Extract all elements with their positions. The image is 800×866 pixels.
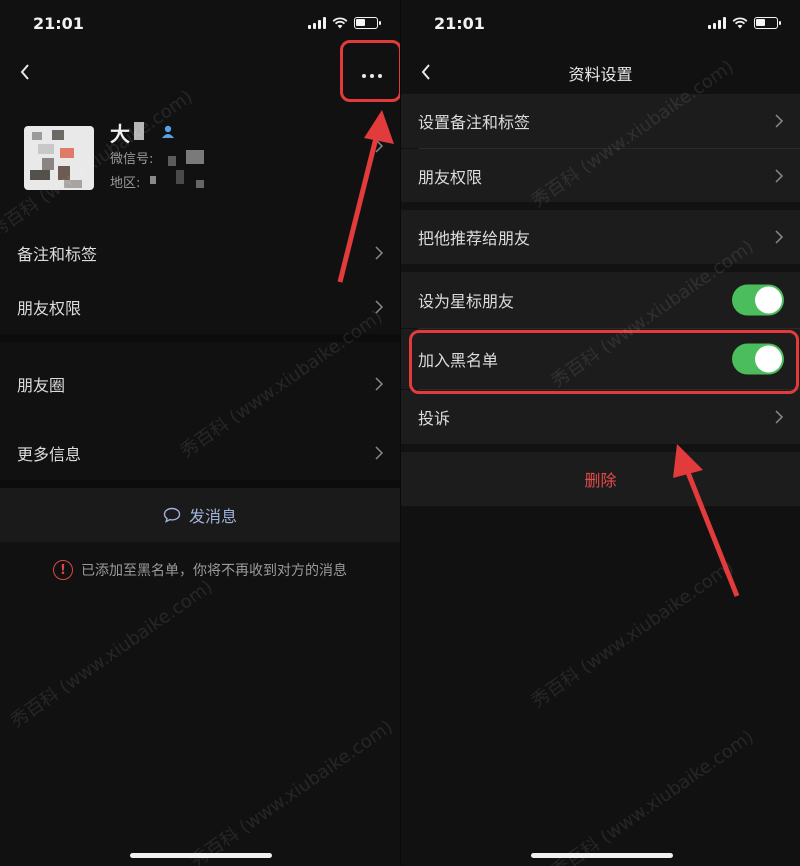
row-label: 投诉 [418,409,451,428]
nav-bar: 资料设置 [401,50,800,94]
friend-permissions-row[interactable]: 朋友权限 [401,149,800,202]
name-redaction [134,122,144,140]
profile-card: 大 微信号: 地区: [0,110,400,210]
wifi-icon [732,17,748,29]
row-label: 设置备注和标签 [418,113,531,132]
avatar[interactable] [24,126,94,190]
chevron-right-icon [775,230,784,244]
watermark-text: 秀百科 (www.xiubaike.com) [527,556,738,713]
watermark-text: 秀百科 (www.xiubaike.com) [186,716,397,866]
contact-name: 大 [110,122,130,146]
user-icon [162,125,174,138]
chevron-right-icon [375,377,384,391]
row-label: 朋友圈 [17,376,66,395]
chevron-right-icon [775,410,784,424]
star-friend-row: 设为星标朋友 [401,272,800,328]
section-divider [0,480,400,488]
friend-permissions-row[interactable]: 朋友权限 [0,280,400,334]
battery-icon [754,17,781,29]
remarks-tags-row[interactable]: 备注和标签 [0,226,400,280]
home-indicator [130,853,272,858]
row-label: 备注和标签 [17,245,98,264]
chevron-right-icon [375,139,384,153]
section-divider [401,444,800,452]
blacklist-notice-text: 已添加至黑名单，你将不再收到对方的消息 [81,563,347,579]
section-divider [401,202,800,210]
chevron-right-icon [775,114,784,128]
row-label: 朋友权限 [17,299,82,318]
chevron-right-icon [375,246,384,260]
watermark-text: 秀百科 (www.xiubaike.com) [547,726,758,866]
row-label: 朋友权限 [418,167,483,187]
send-message-label: 发消息 [188,507,237,526]
delete-label: 删除 [584,471,617,490]
chat-bubble-icon [163,507,181,523]
more-button-highlight [340,40,400,102]
warning-icon: ! [53,560,73,580]
contact-profile-screen: 21:01 大 微信号: 地区: 备注和标签 朋友权限 朋友圈 更多信息 发消息… [0,0,400,866]
section-divider [401,264,800,272]
row-label: 更多信息 [17,445,82,464]
home-indicator [531,853,673,858]
chevron-right-icon [375,300,384,314]
complaint-row[interactable]: 投诉 [401,390,800,444]
wechat-id-label: 微信号: [110,152,154,167]
delete-button[interactable]: 删除 [401,452,800,506]
status-time: 21:01 [33,14,84,33]
more-info-row[interactable]: 更多信息 [0,426,400,480]
watermark-text: 秀百科 (www.xiubaike.com) [6,576,217,733]
status-bar: 21:01 [0,0,400,50]
signal-icon [308,17,326,29]
signal-icon [708,17,726,29]
section-divider [0,334,400,342]
chevron-right-icon [375,446,384,460]
recommend-to-friend-row[interactable]: 把他推荐给朋友 [401,210,800,264]
status-bar: 21:01 [401,0,800,50]
moments-row[interactable]: 朋友圈 [0,342,400,426]
page-title: 资料设置 [568,65,633,84]
blacklist-notice: ! 已添加至黑名单，你将不再收到对方的消息 [0,560,400,580]
row-label: 把他推荐给朋友 [418,229,531,248]
status-time: 21:01 [434,14,485,33]
profile-settings-screen: 21:01 资料设置 设置备注和标签 朋友权限 把他推荐给朋友 设为星标朋友 加… [400,0,800,866]
back-icon[interactable] [14,60,38,84]
chevron-right-icon [775,168,784,183]
battery-icon [354,17,381,29]
star-friend-toggle[interactable] [732,284,784,316]
set-remarks-tags-row[interactable]: 设置备注和标签 [401,94,800,148]
row-label: 设为星标朋友 [418,292,515,311]
blacklist-highlight [409,330,799,394]
wifi-icon [332,17,348,29]
send-message-button[interactable]: 发消息 [0,488,400,542]
region-label: 地区: [110,176,141,191]
